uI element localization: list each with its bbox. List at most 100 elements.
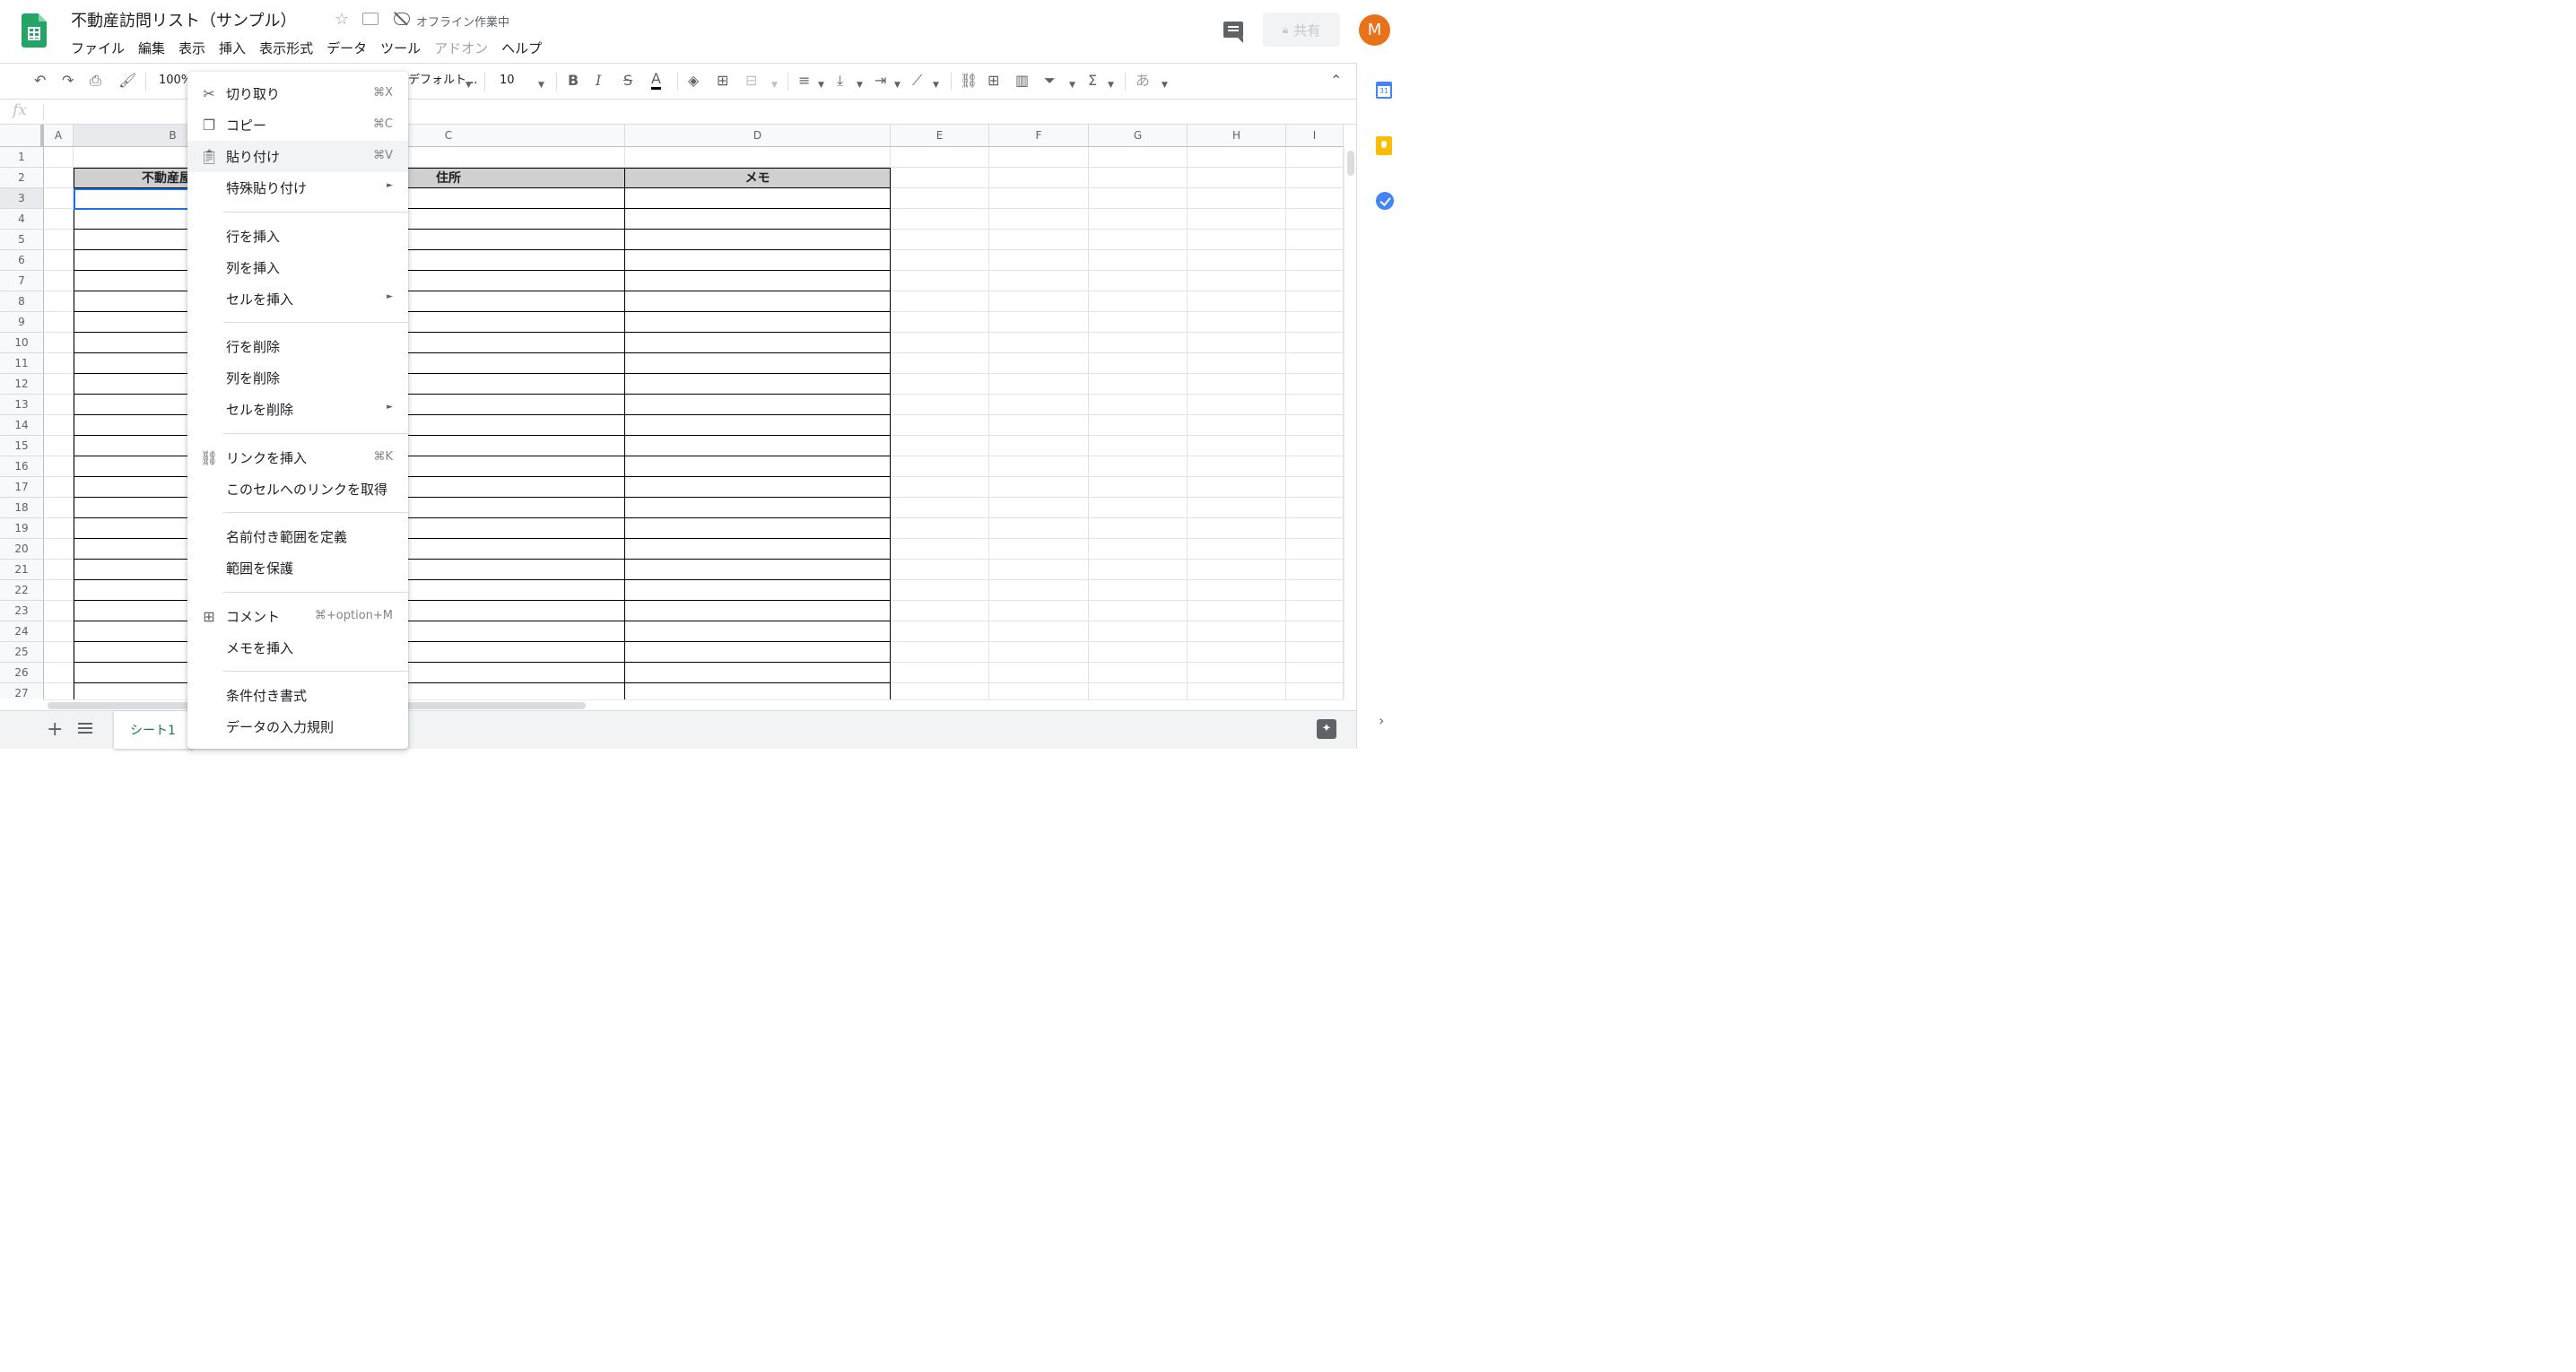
row-header[interactable]: 3 [0, 188, 44, 209]
grid-cell[interactable] [1188, 271, 1286, 291]
grid-cell[interactable] [1188, 601, 1286, 621]
table-cell[interactable] [625, 333, 891, 353]
grid-cell[interactable] [1188, 518, 1286, 539]
grid-cell[interactable] [1089, 477, 1188, 498]
grid-cell[interactable] [1089, 312, 1188, 333]
grid-cell[interactable] [1188, 312, 1286, 333]
valign-dropdown-icon[interactable]: ▼ [857, 75, 863, 95]
collapse-menus-icon[interactable]: ⌃ [1330, 71, 1342, 91]
grid-cell[interactable] [891, 477, 989, 498]
context-menu-item[interactable]: 条件付き書式 [187, 680, 408, 711]
grid-cell[interactable] [891, 271, 989, 291]
grid-cell[interactable] [1188, 663, 1286, 683]
grid-cell[interactable] [989, 312, 1089, 333]
functions-dropdown-icon[interactable]: ▼ [1108, 75, 1114, 95]
grid-cell[interactable] [989, 477, 1089, 498]
grid-cell[interactable] [1286, 291, 1344, 312]
context-menu-item[interactable]: データの入力規則 [187, 711, 408, 742]
table-cell[interactable] [625, 271, 891, 291]
grid-cell[interactable] [989, 353, 1089, 374]
grid-cell[interactable] [1286, 147, 1344, 168]
row-header[interactable]: 4 [0, 209, 44, 230]
grid-cell[interactable] [1286, 436, 1344, 456]
row-header[interactable]: 11 [0, 353, 44, 374]
insert-chart-icon[interactable]: ▥ [1015, 71, 1029, 91]
grid-cell[interactable] [891, 539, 989, 560]
grid-cell[interactable] [1188, 395, 1286, 415]
column-header[interactable]: D [625, 125, 891, 147]
vertical-scrollbar[interactable] [1344, 147, 1356, 699]
grid-cell[interactable] [1089, 230, 1188, 250]
grid-cell[interactable] [989, 580, 1089, 601]
grid-cell[interactable] [989, 188, 1089, 209]
grid-cell[interactable] [1286, 333, 1344, 353]
grid-cell[interactable] [989, 539, 1089, 560]
sheets-logo-icon[interactable] [22, 13, 47, 48]
insert-comment-icon[interactable]: ⊞ [988, 71, 999, 91]
table-cell[interactable] [625, 518, 891, 539]
row-header[interactable]: 12 [0, 374, 44, 395]
table-cell[interactable] [625, 353, 891, 374]
row-header[interactable]: 27 [0, 683, 44, 699]
table-cell[interactable] [625, 621, 891, 642]
grid-cell[interactable] [44, 498, 74, 518]
grid-cell[interactable] [1089, 291, 1188, 312]
grid-cell[interactable] [1188, 374, 1286, 395]
grid-cell[interactable] [891, 518, 989, 539]
menu-tools[interactable]: ツール [380, 39, 421, 57]
row-header[interactable]: 24 [0, 621, 44, 642]
grid-cell[interactable] [44, 560, 74, 580]
grid-cell[interactable] [989, 456, 1089, 477]
grid-cell[interactable] [1089, 374, 1188, 395]
context-menu-item[interactable]: このセルへのリンクを取得 [187, 473, 408, 505]
grid-cell[interactable] [1188, 560, 1286, 580]
grid-cell[interactable] [44, 188, 74, 209]
grid-cell[interactable] [989, 374, 1089, 395]
horizontal-align-icon[interactable]: ≡ [798, 71, 810, 91]
table-cell[interactable] [625, 436, 891, 456]
calendar-icon[interactable]: 31 [1376, 82, 1392, 99]
grid-cell[interactable] [989, 663, 1089, 683]
grid-cell[interactable] [891, 333, 989, 353]
keep-icon[interactable] [1376, 136, 1392, 155]
row-header[interactable]: 22 [0, 580, 44, 601]
font-family-dropdown-icon[interactable]: ▼ [466, 75, 472, 95]
grid-cell[interactable] [989, 291, 1089, 312]
table-cell[interactable] [625, 291, 891, 312]
context-menu-item[interactable]: メモを挿入 [187, 632, 408, 664]
row-header[interactable]: 8 [0, 291, 44, 312]
menu-help[interactable]: ヘルプ [501, 39, 542, 57]
grid-cell[interactable] [1089, 271, 1188, 291]
grid-cell[interactable] [891, 312, 989, 333]
grid-cell[interactable] [1188, 250, 1286, 271]
grid-cell[interactable] [1188, 168, 1286, 188]
column-header[interactable]: F [989, 125, 1089, 147]
merge-cells-icon[interactable]: ⊟ [745, 71, 757, 91]
grid-cell[interactable] [1188, 621, 1286, 642]
text-rotation-icon[interactable]: ⟋ [912, 71, 922, 91]
grid-cell[interactable] [1089, 456, 1188, 477]
grid-cell[interactable] [989, 395, 1089, 415]
menu-addons[interactable]: アドオン [434, 39, 488, 57]
grid-cell[interactable] [44, 333, 74, 353]
text-wrap-icon[interactable]: ⇥ [875, 71, 886, 91]
grid-cell[interactable] [891, 683, 989, 699]
context-menu-item[interactable]: ⊞ コメント ⌘+option+M [187, 601, 408, 632]
grid-cell[interactable] [1286, 621, 1344, 642]
row-header[interactable]: 7 [0, 271, 44, 291]
row-header[interactable]: 5 [0, 230, 44, 250]
table-cell[interactable] [625, 477, 891, 498]
fill-color-icon[interactable]: ◈ [688, 71, 699, 91]
grid-cell[interactable] [1286, 188, 1344, 209]
grid-cell[interactable] [891, 436, 989, 456]
insert-link-icon[interactable]: ⛓︎ [960, 71, 978, 91]
column-header[interactable]: H [1188, 125, 1286, 147]
grid-cell[interactable] [891, 621, 989, 642]
grid-cell[interactable] [989, 230, 1089, 250]
grid-cell[interactable] [1286, 209, 1344, 230]
grid-cell[interactable] [891, 250, 989, 271]
print-icon[interactable]: ⎙ [90, 71, 101, 91]
grid-cell[interactable] [1089, 147, 1188, 168]
grid-cell[interactable] [1188, 498, 1286, 518]
grid-cell[interactable] [44, 168, 74, 188]
